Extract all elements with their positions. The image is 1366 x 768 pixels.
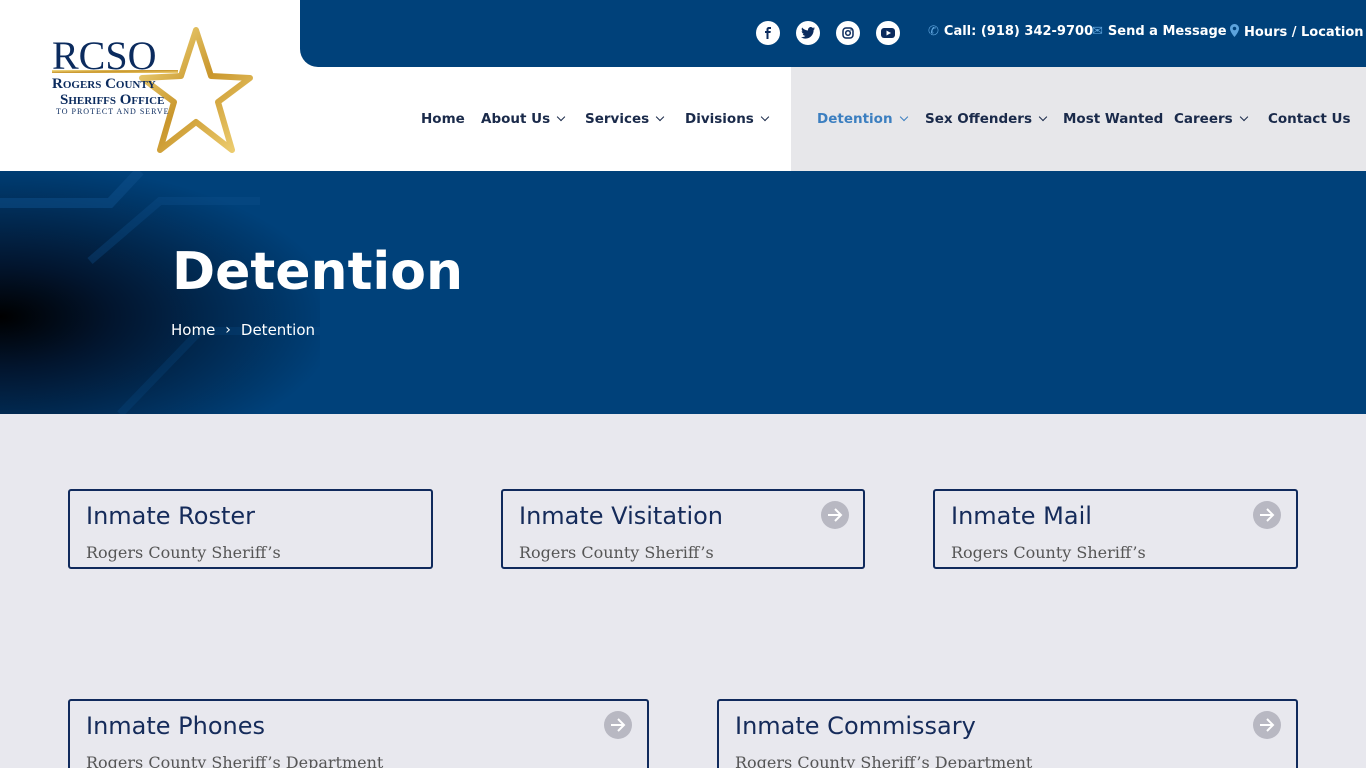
nav-contact-us-label: Contact Us: [1268, 111, 1351, 127]
send-message-link[interactable]: ✉ Send a Message: [1092, 24, 1227, 39]
nav-services-label: Services: [585, 111, 650, 127]
card-title: Inmate Mail: [951, 502, 1092, 530]
instagram-link[interactable]: [836, 21, 860, 45]
facebook-icon: [765, 27, 771, 39]
youtube-link[interactable]: [876, 21, 900, 45]
arrow-right-icon[interactable]: [821, 501, 849, 529]
envelope-icon: ✉: [1092, 24, 1103, 39]
card-subtitle: Rogers County Sheriff’s: [519, 543, 714, 562]
card-title: Inmate Roster: [86, 502, 256, 530]
card-subtitle: Rogers County Sheriff’s Department: [86, 753, 384, 768]
nav-most-wanted-label: Most Wanted: [1063, 111, 1164, 127]
nav-home-label: Home: [421, 111, 465, 127]
nav-divisions-label: Divisions: [685, 111, 754, 127]
chevron-down-icon: [655, 112, 665, 122]
chevron-down-icon: [1239, 112, 1248, 122]
send-message-label: Send a Message: [1107, 24, 1227, 39]
nav-home[interactable]: Home: [421, 111, 465, 127]
nav-about-us-label: About Us: [481, 111, 551, 127]
twitter-link[interactable]: [796, 21, 820, 45]
card-subtitle: Rogers County Sheriff’s Department: [735, 753, 1033, 768]
logo-county: Rogers County: [52, 76, 156, 92]
nav-about-us[interactable]: About Us: [481, 111, 566, 127]
arrow-right-icon[interactable]: [1253, 711, 1281, 739]
nav-careers-label: Careers: [1174, 111, 1233, 127]
breadcrumb-home[interactable]: Home: [171, 321, 215, 339]
phone-icon: ✆: [928, 24, 939, 39]
map-pin-icon: [1230, 24, 1239, 41]
hours-location-label: Hours / Location: [1244, 25, 1364, 40]
top-bar: ✆ Call: (918) 342-9700 ✉ Send a Message …: [300, 0, 1366, 67]
nav-services[interactable]: Services: [585, 111, 665, 127]
nav-detention[interactable]: Detention: [817, 111, 908, 127]
logo-tagline: TO PROTECT AND SERVE: [56, 107, 170, 116]
hours-location-link[interactable]: Hours / Location: [1230, 24, 1364, 41]
phone-label: Call: (918) 342-9700: [943, 24, 1094, 39]
card-subtitle: Rogers County Sheriff’s: [86, 543, 281, 562]
page-hero: Detention Home › Detention: [0, 171, 1366, 414]
breadcrumb: Home › Detention: [171, 321, 315, 339]
nav-divisions[interactable]: Divisions: [685, 111, 770, 127]
twitter-icon: [801, 27, 815, 39]
card-title: Inmate Commissary: [735, 712, 976, 740]
instagram-icon: [842, 27, 854, 39]
card-inmate-phones[interactable]: Inmate Phones Rogers County Sheriff’s De…: [68, 699, 649, 768]
card-title: Inmate Phones: [86, 712, 266, 740]
nav-sex-offenders[interactable]: Sex Offenders: [925, 111, 1048, 127]
chevron-down-icon: [556, 112, 566, 122]
nav-most-wanted[interactable]: Most Wanted: [1063, 111, 1163, 127]
chevron-down-icon: [899, 112, 908, 122]
phone-link[interactable]: ✆ Call: (918) 342-9700: [928, 24, 1093, 39]
rcso-logo[interactable]: RCSO Rogers County Sheriffs Office TO PR…: [48, 26, 253, 156]
nav-contact-us[interactable]: Contact Us: [1268, 111, 1351, 127]
site-header: RCSO Rogers County Sheriffs Office TO PR…: [0, 0, 1366, 171]
youtube-icon: [881, 28, 895, 38]
facebook-link[interactable]: [756, 21, 780, 45]
page-title: Detention: [172, 242, 464, 302]
chevron-down-icon: [1038, 112, 1048, 122]
chevron-down-icon: [760, 112, 770, 122]
nav-careers[interactable]: Careers: [1174, 111, 1248, 127]
arrow-right-icon[interactable]: [604, 711, 632, 739]
card-inmate-visitation[interactable]: Inmate Visitation Rogers County Sheriff’…: [501, 489, 865, 569]
breadcrumb-current: Detention: [240, 321, 316, 339]
card-inmate-mail[interactable]: Inmate Mail Rogers County Sheriff’s: [933, 489, 1298, 569]
card-title: Inmate Visitation: [519, 502, 723, 530]
card-subtitle: Rogers County Sheriff’s: [951, 543, 1146, 562]
logo-acronym: RCSO: [52, 33, 157, 78]
card-inmate-roster[interactable]: Inmate Roster Rogers County Sheriff’s: [68, 489, 433, 569]
nav-detention-label: Detention: [817, 111, 893, 127]
card-inmate-commissary[interactable]: Inmate Commissary Rogers County Sheriff’…: [717, 699, 1298, 768]
arrow-right-icon[interactable]: [1253, 501, 1281, 529]
nav-sex-offenders-label: Sex Offenders: [925, 111, 1032, 127]
breadcrumb-separator: ›: [225, 322, 231, 338]
